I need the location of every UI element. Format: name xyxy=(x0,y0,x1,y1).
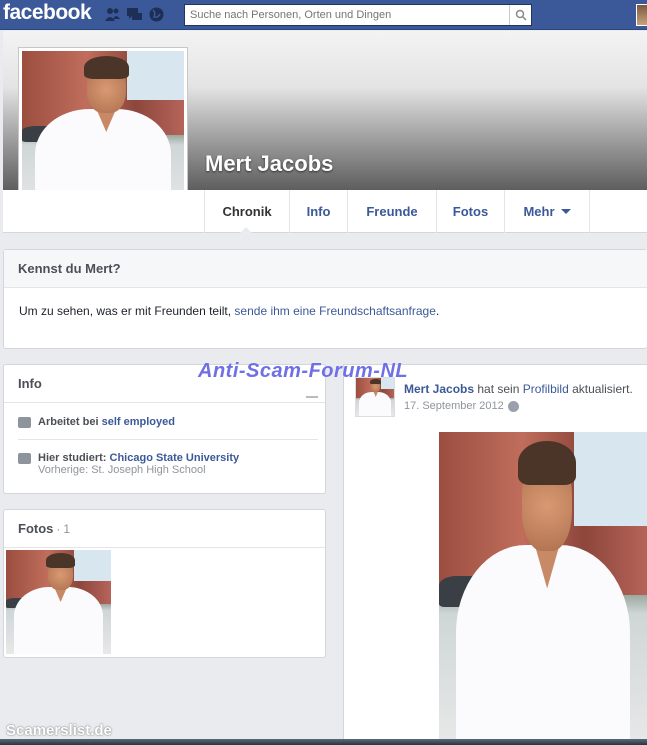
notifications-globe-icon[interactable] xyxy=(148,6,165,23)
friend-request-prefix: Um zu sehen, was er mit Freunden teilt, xyxy=(19,304,235,318)
tab-label: Freunde xyxy=(366,204,418,219)
info-work-row: Arbeitet bei self employed xyxy=(18,416,175,428)
fotos-count: 1 xyxy=(63,521,71,536)
divider xyxy=(18,439,318,440)
tab-label: Chronik xyxy=(222,204,272,219)
post-author-avatar[interactable] xyxy=(355,377,395,417)
watermark-text: Anti-Scam-Forum-NL xyxy=(198,360,409,382)
profile-photo-image xyxy=(22,51,184,213)
post-timestamp[interactable]: 17. September 2012 xyxy=(404,400,504,412)
facebook-logo[interactable]: facebook xyxy=(3,1,92,25)
tab-label: Info xyxy=(306,204,331,219)
post-headline: Mert Jacobs hat sein Profilbild aktualis… xyxy=(404,382,633,396)
friends-icon[interactable] xyxy=(104,6,121,23)
profile-name[interactable]: Mert Jacobs xyxy=(205,151,333,177)
user-avatar[interactable] xyxy=(636,4,647,26)
post-action-text: hat sein xyxy=(474,382,523,396)
briefcase-icon xyxy=(18,417,31,428)
education-link[interactable]: Chicago State University xyxy=(110,452,240,464)
education-prefix: Hier studiert: xyxy=(38,452,110,464)
post-action-text-2: aktualisiert. xyxy=(568,382,633,396)
top-bar: facebook xyxy=(0,0,647,30)
photo-thumbnail[interactable] xyxy=(6,550,111,654)
active-tab-indicator xyxy=(239,227,253,234)
fotos-header: Fotos · 1 xyxy=(4,510,325,548)
search-bar xyxy=(184,4,532,26)
profile-picture-link[interactable]: Profilbild xyxy=(523,382,569,396)
search-button[interactable] xyxy=(509,5,531,25)
previous-school: Vorherige: St. Joseph High School xyxy=(38,464,206,476)
footer-watermark: Scamerslist.de xyxy=(6,722,112,739)
search-icon xyxy=(515,9,527,21)
tab-info[interactable]: Info xyxy=(289,190,347,233)
send-friend-request-link[interactable]: sende ihm eine Freundschaftsanfrage xyxy=(234,304,435,318)
tab-fotos[interactable]: Fotos xyxy=(436,190,504,233)
school-icon xyxy=(18,453,31,464)
tab-label: Fotos xyxy=(452,204,489,219)
profile-nav: Chronik Info Freunde Fotos Mehr xyxy=(3,190,647,233)
search-input[interactable] xyxy=(185,5,509,25)
info-education-row: Hier studiert: Chicago State University … xyxy=(18,452,239,476)
friend-request-box: Kennst du Mert? xyxy=(3,249,647,349)
fotos-separator: · xyxy=(56,521,61,536)
post-author-name[interactable]: Mert Jacobs xyxy=(404,382,474,396)
post-date: 17. September 2012 xyxy=(404,400,519,412)
globe-icon[interactable] xyxy=(507,400,519,412)
friend-request-suffix: . xyxy=(435,304,440,318)
tab-freunde[interactable]: Freunde xyxy=(347,190,436,233)
chevron-down-icon xyxy=(560,209,571,214)
friend-request-title: Kennst du Mert? xyxy=(4,250,647,288)
jewel-icons xyxy=(104,6,165,23)
post-photo[interactable] xyxy=(439,432,647,745)
messages-icon[interactable] xyxy=(126,6,143,23)
work-prefix: Arbeitet bei xyxy=(38,416,102,428)
friend-request-text: Um zu sehen, was er mit Freunden teilt, … xyxy=(19,304,439,318)
taskbar xyxy=(0,739,647,745)
collapse-icon[interactable] xyxy=(306,396,318,398)
tab-mehr[interactable]: Mehr xyxy=(504,190,590,233)
fotos-title[interactable]: Fotos xyxy=(18,521,53,536)
work-link[interactable]: self employed xyxy=(102,416,175,428)
tab-label: Mehr xyxy=(523,204,555,219)
